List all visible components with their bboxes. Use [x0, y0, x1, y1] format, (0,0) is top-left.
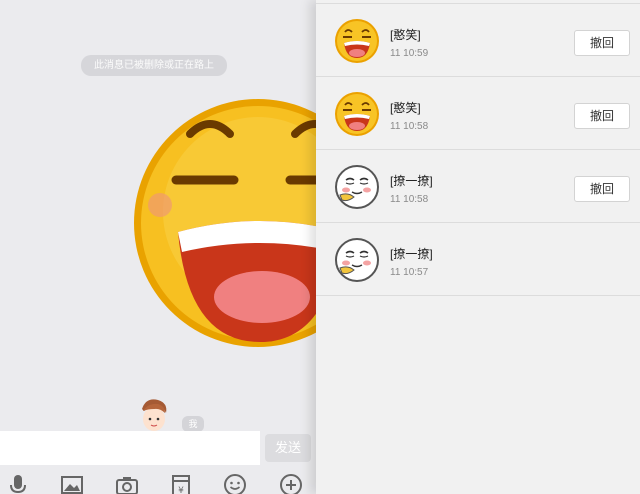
svg-text:¥: ¥ — [178, 486, 184, 494]
recall-item-time: 11 10:57 — [390, 267, 429, 278]
laughing-face-icon — [335, 92, 379, 136]
large-laughing-emoji[interactable] — [130, 92, 316, 354]
message-input-row: 发送 — [0, 431, 316, 465]
plus-icon[interactable] — [279, 473, 303, 494]
message-input[interactable] — [0, 431, 260, 465]
recall-item-time: 11 10:59 — [390, 48, 429, 59]
recall-item-time: 11 10:58 — [390, 194, 429, 205]
recall-button[interactable]: 撤回 — [574, 30, 630, 56]
recall-button[interactable]: 撤回 — [574, 103, 630, 129]
recall-panel: [憨笑] 11 10:59 撤回 [憨笑] 11 10:58 撤回 [撩一撩] … — [316, 0, 640, 494]
camera-icon[interactable] — [115, 473, 139, 494]
recall-item-name: [撩一撩] — [390, 247, 433, 261]
flirt-face-icon — [335, 238, 379, 282]
self-tag: 我 — [182, 416, 204, 432]
system-notice: 此消息已被删除或正在路上 — [81, 55, 227, 76]
recall-item: [撩一撩] 11 10:58 撤回 — [316, 150, 640, 223]
emoji-icon[interactable] — [223, 473, 247, 494]
chat-area: 此消息已被删除或正在路上 我 发送 ¥ — [0, 0, 316, 494]
user-avatar[interactable] — [136, 397, 172, 433]
recall-button[interactable]: 撤回 — [574, 176, 630, 202]
recall-item-name: [憨笑] — [390, 28, 421, 42]
laughing-face-icon — [335, 19, 379, 63]
recall-item: [撩一撩] 11 10:57 — [316, 223, 640, 296]
image-icon[interactable] — [60, 473, 84, 494]
red-packet-icon[interactable]: ¥ — [169, 473, 193, 494]
recall-item-time: 11 10:58 — [390, 121, 429, 132]
recall-item: [憨笑] 11 10:59 撤回 — [316, 4, 640, 77]
recall-item-name: [撩一撩] — [390, 174, 433, 188]
microphone-icon[interactable] — [6, 473, 30, 494]
flirt-face-icon — [335, 165, 379, 209]
recall-item-name: [憨笑] — [390, 101, 421, 115]
recall-item: [憨笑] 11 10:58 撤回 — [316, 77, 640, 150]
send-button[interactable]: 发送 — [265, 434, 311, 462]
chat-toolbar: ¥ — [0, 470, 316, 494]
